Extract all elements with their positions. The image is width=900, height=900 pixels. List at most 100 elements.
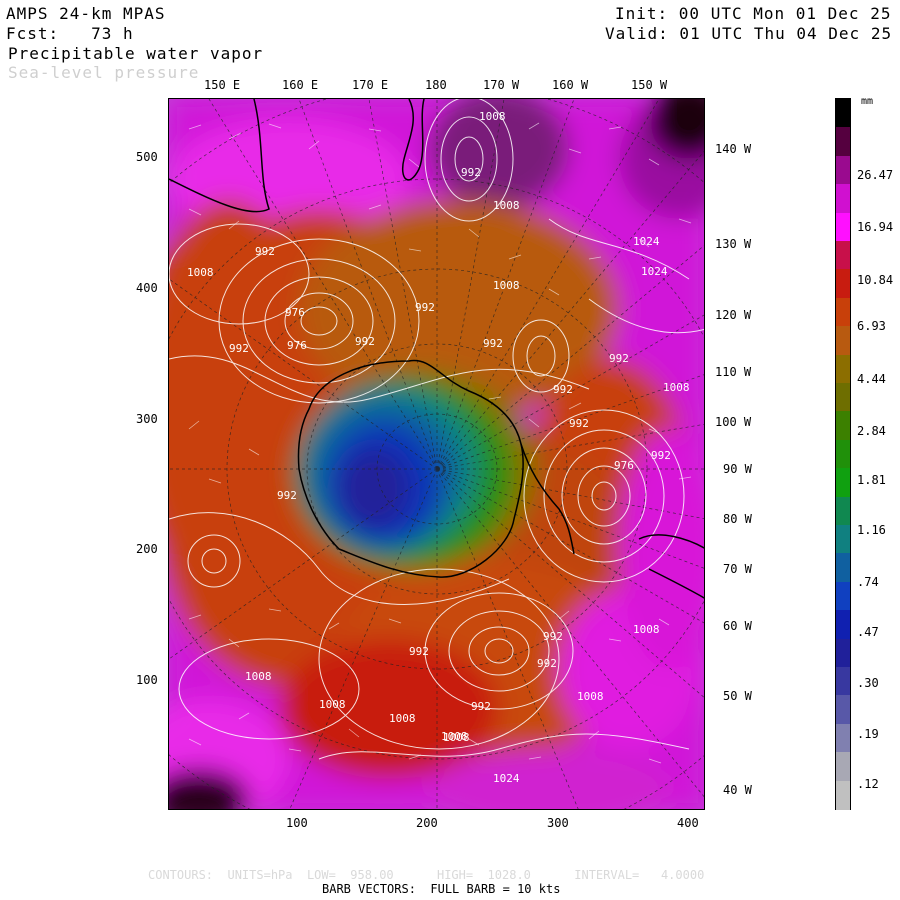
colorbar-label: .30 <box>857 676 879 690</box>
colorbar-swatch <box>836 752 850 782</box>
colorbar-swatch <box>836 383 850 413</box>
colorbar-label: 10.84 <box>857 273 894 287</box>
top-lon-label: 150 E <box>204 78 241 92</box>
top-lon-label: 150 W <box>631 78 668 92</box>
pressure-label: 1008 <box>319 698 346 711</box>
right-lon-label: 90 W <box>723 462 752 476</box>
right-lon-label: 100 W <box>715 415 752 429</box>
colorbar-swatch <box>836 241 850 271</box>
colorbar-label: .19 <box>857 727 879 741</box>
pressure-label: 992 <box>277 489 297 502</box>
colorbar-label: .74 <box>857 575 879 589</box>
y-tick-label: 200 <box>136 542 158 556</box>
top-lon-label: 160 E <box>282 78 319 92</box>
colorbar-label: 6.93 <box>857 319 886 333</box>
colorbar-swatch <box>836 212 850 243</box>
pressure-label: 1024 <box>641 265 668 278</box>
pressure-label: 1008 <box>245 670 272 683</box>
pressure-label: 1008 <box>633 623 660 636</box>
pressure-label: 992 <box>229 342 249 355</box>
right-lon-label: 120 W <box>715 308 752 322</box>
colorbar-swatch <box>836 184 850 214</box>
y-tick-label: 100 <box>136 673 158 687</box>
forecast-hour: Fcst: 73 h <box>6 24 134 43</box>
right-lon-label: 140 W <box>715 142 752 156</box>
colorbar-swatch <box>836 496 850 527</box>
y-tick-label: 300 <box>136 412 158 426</box>
model-title: AMPS 24-km MPAS <box>6 4 166 23</box>
pressure-label: 992 <box>255 245 275 258</box>
top-lon-label: 180 <box>425 78 447 92</box>
colorbar-swatch <box>836 780 850 811</box>
colorbar-swatch <box>836 610 850 640</box>
init-time: Init: 00 UTC Mon 01 Dec 25 <box>615 4 892 23</box>
pressure-label: 976 <box>614 459 634 472</box>
pressure-label: 992 <box>461 166 481 179</box>
colorbar-swatch <box>836 468 850 498</box>
pressure-label: 992 <box>415 301 435 314</box>
colorbar-label: 1.16 <box>857 523 886 537</box>
pressure-label: 1008 <box>493 199 520 212</box>
pressure-label: 992 <box>483 337 503 350</box>
pressure-label: 1008 <box>479 110 506 123</box>
colorbar-swatch <box>836 439 850 470</box>
colorbar-label: .47 <box>857 625 879 639</box>
colorbar <box>835 98 851 811</box>
y-tick-label: 500 <box>136 150 158 164</box>
right-lon-label: 60 W <box>723 619 752 633</box>
barb-info: BARB VECTORS: FULL BARB = 10 kts <box>322 882 561 896</box>
pressure-label: 992 <box>651 449 671 462</box>
top-lon-label: 170 W <box>483 78 520 92</box>
top-lon-label: 170 E <box>352 78 389 92</box>
colorbar-label: .12 <box>857 777 879 791</box>
pressure-label: 992 <box>553 383 573 396</box>
pressure-label: 976 <box>287 339 307 352</box>
colorbar-swatch <box>836 297 850 328</box>
x-tick-label: 300 <box>547 816 569 830</box>
colorbar-swatch <box>836 411 850 442</box>
right-lon-label: 130 W <box>715 237 752 251</box>
colorbar-swatch <box>836 354 850 385</box>
colorbar-swatch <box>836 553 850 584</box>
x-tick-label: 200 <box>416 816 438 830</box>
pressure-label: 976 <box>285 306 305 319</box>
colorbar-label: 1.81 <box>857 473 886 487</box>
pressure-label: 1008 <box>389 712 416 725</box>
pressure-label: 992 <box>409 645 429 658</box>
field-title: Precipitable water vapor <box>8 44 264 63</box>
y-tick-label: 400 <box>136 281 158 295</box>
colorbar-swatch <box>836 326 850 356</box>
colorbar-swatch <box>836 667 850 697</box>
colorbar-label: 16.94 <box>857 220 894 234</box>
pressure-label: 992 <box>471 700 491 713</box>
overlay-title: Sea-level pressure <box>8 63 200 82</box>
colorbar-swatch <box>836 723 850 754</box>
colorbar-swatch <box>836 155 850 186</box>
colorbar-label: 4.44 <box>857 372 886 386</box>
pressure-label: 1008 <box>187 266 214 279</box>
x-tick-label: 100 <box>286 816 308 830</box>
precipitable-water-map: 1008 992 1008 1008 992 976 992 976 992 9… <box>168 98 705 810</box>
colorbar-swatch <box>836 695 850 726</box>
map-canvas: 1008 992 1008 1008 992 976 992 976 992 9… <box>169 99 704 809</box>
colorbar-label: 26.47 <box>857 168 894 182</box>
pressure-label: 1008 <box>577 690 604 703</box>
colorbar-swatch <box>836 525 850 555</box>
right-lon-label: 50 W <box>723 689 752 703</box>
pressure-label: 992 <box>537 657 557 670</box>
right-lon-label: 110 W <box>715 365 752 379</box>
pressure-label: 1008 <box>443 731 470 744</box>
pressure-label: 992 <box>355 335 375 348</box>
right-lon-label: 80 W <box>723 512 752 526</box>
pressure-label: 992 <box>609 352 629 365</box>
pressure-label: 1008 <box>493 279 520 292</box>
colorbar-unit: mm <box>861 96 874 107</box>
pressure-label: 992 <box>543 630 563 643</box>
valid-time: Valid: 01 UTC Thu 04 Dec 25 <box>605 24 893 43</box>
pressure-label: 1024 <box>493 772 520 785</box>
pressure-label: 1008 <box>663 381 690 394</box>
colorbar-swatch <box>836 581 850 612</box>
pressure-label: 992 <box>569 417 589 430</box>
colorbar-swatch <box>836 269 850 300</box>
top-lon-label: 160 W <box>552 78 589 92</box>
